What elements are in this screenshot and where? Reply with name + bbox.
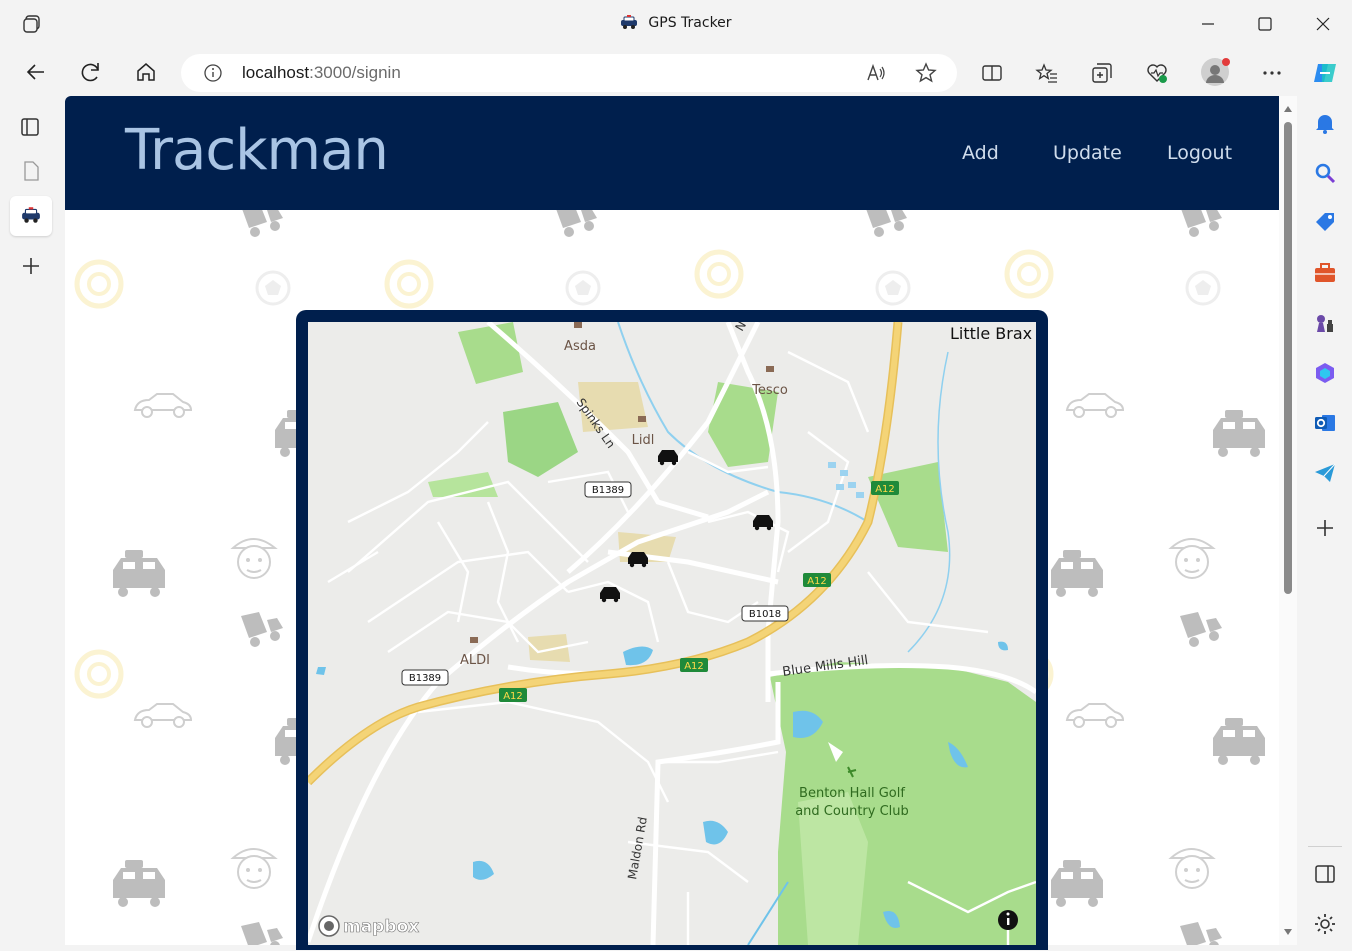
window-title-text: GPS Tracker: [648, 15, 732, 31]
brand-logo[interactable]: Trackman: [125, 118, 389, 183]
golf-club-label-line2: and Country Club: [795, 804, 909, 819]
page-tab-icon[interactable]: [21, 160, 41, 182]
water-pond: [473, 860, 494, 880]
maldon-rd-label: Maldon Rd: [625, 816, 650, 881]
copilot-icon[interactable]: [1310, 58, 1340, 88]
shield-a12: A12: [680, 658, 708, 672]
map-canvas[interactable]: B1389 B1389 B1018 A12 A12 A12 A12 Asda T…: [308, 322, 1036, 945]
browser-essentials-icon[interactable]: [1145, 61, 1169, 85]
water-pond: [998, 641, 1008, 651]
nav-update-link[interactable]: Update: [1053, 142, 1122, 164]
vehicle-marker[interactable]: [753, 515, 773, 531]
browser-title-bar: GPS Tracker: [0, 0, 1352, 48]
lidl-label: Lidl: [632, 433, 655, 448]
vehicle-marker[interactable]: [628, 552, 648, 568]
hide-sidebar-icon[interactable]: [1312, 861, 1338, 887]
vehicle-marker[interactable]: [600, 587, 620, 603]
shield-a12-text: A12: [807, 576, 827, 587]
add-sidebar-app-icon[interactable]: [1312, 515, 1338, 541]
site-info-icon[interactable]: [202, 62, 224, 84]
url-text[interactable]: localhost:3000/signin: [242, 63, 401, 83]
microsoft-365-icon[interactable]: [1312, 360, 1338, 386]
notifications-bell-icon[interactable]: [1312, 110, 1338, 136]
read-aloud-icon[interactable]: [864, 61, 888, 85]
window-title: GPS Tracker: [0, 15, 1352, 31]
shield-a12: A12: [871, 481, 899, 495]
favorite-star-icon[interactable]: [914, 61, 938, 85]
nav-logout-link[interactable]: Logout: [1167, 142, 1232, 164]
profile-notification-dot: [1222, 58, 1230, 66]
shield-a12-text: A12: [503, 691, 523, 702]
golf-club-label-line1: Benton Hall Golf: [799, 786, 905, 801]
police-car-tab-icon: [22, 207, 40, 223]
map-info-icon[interactable]: [998, 910, 1018, 930]
app-navbar: Trackman Add Update Logout: [65, 96, 1279, 210]
shield-a12: A12: [499, 688, 527, 702]
shield-b1018-text: B1018: [749, 609, 781, 620]
mapbox-logo-text: mapbox: [343, 917, 419, 937]
shopping-tag-icon[interactable]: [1312, 210, 1338, 236]
favorites-icon[interactable]: [1035, 61, 1059, 85]
minimize-icon[interactable]: [1194, 10, 1222, 38]
tab-actions-icon[interactable]: [19, 116, 41, 138]
new-tab-icon[interactable]: [20, 255, 42, 277]
tesco-label: Tesco: [751, 383, 788, 398]
send-telegram-icon[interactable]: [1312, 460, 1338, 486]
shield-b1389: B1389: [401, 669, 449, 686]
url-host: localhost: [242, 63, 310, 82]
sports-field: [503, 402, 578, 477]
shield-a12-text: A12: [875, 484, 895, 495]
shield-a12-text: A12: [684, 661, 704, 672]
maximize-icon[interactable]: [1251, 10, 1279, 38]
police-car-favicon-icon: [621, 15, 638, 29]
shield-a12: A12: [803, 573, 831, 587]
road-label-partial: N: [732, 322, 749, 334]
shield-b1389: B1389: [584, 481, 632, 498]
shield-b1018: B1018: [741, 605, 789, 622]
outlook-icon[interactable]: [1312, 410, 1338, 436]
aldi-label: ALDI: [460, 653, 490, 668]
sidebar-divider: [1308, 846, 1342, 847]
map-svg[interactable]: B1389 B1389 B1018 A12 A12 A12 A12 Asda T…: [308, 322, 1036, 945]
mapbox-logo[interactable]: mapbox: [318, 915, 420, 937]
nav-add-link[interactable]: Add: [962, 142, 999, 164]
refresh-icon[interactable]: [77, 58, 105, 86]
little-braxted-label: Little Brax: [950, 324, 1032, 343]
scroll-up-icon[interactable]: [1283, 105, 1293, 113]
split-screen-icon[interactable]: [980, 61, 1004, 85]
asda-label: Asda: [564, 339, 596, 354]
tools-briefcase-icon[interactable]: [1312, 260, 1338, 286]
more-options-icon[interactable]: [1260, 61, 1284, 85]
url-path: :3000/signin: [309, 63, 401, 82]
scrollbar-thumb[interactable]: [1284, 122, 1292, 594]
shield-b1389-text: B1389: [592, 485, 624, 496]
park-area: [458, 322, 523, 384]
games-chess-icon[interactable]: [1312, 310, 1338, 336]
search-icon[interactable]: [1312, 160, 1338, 186]
vehicle-marker[interactable]: [658, 450, 678, 466]
water-pond: [703, 820, 728, 845]
home-icon[interactable]: [132, 58, 160, 86]
water-pond: [316, 667, 326, 675]
settings-gear-icon[interactable]: [1312, 911, 1338, 937]
profile-person-icon: [1206, 65, 1224, 83]
collections-icon[interactable]: [1090, 61, 1114, 85]
water-pond: [623, 646, 653, 666]
back-icon[interactable]: [22, 58, 50, 86]
close-icon[interactable]: [1309, 10, 1337, 38]
scroll-down-icon[interactable]: [1283, 928, 1293, 936]
shield-b1389-text: B1389: [409, 673, 441, 684]
